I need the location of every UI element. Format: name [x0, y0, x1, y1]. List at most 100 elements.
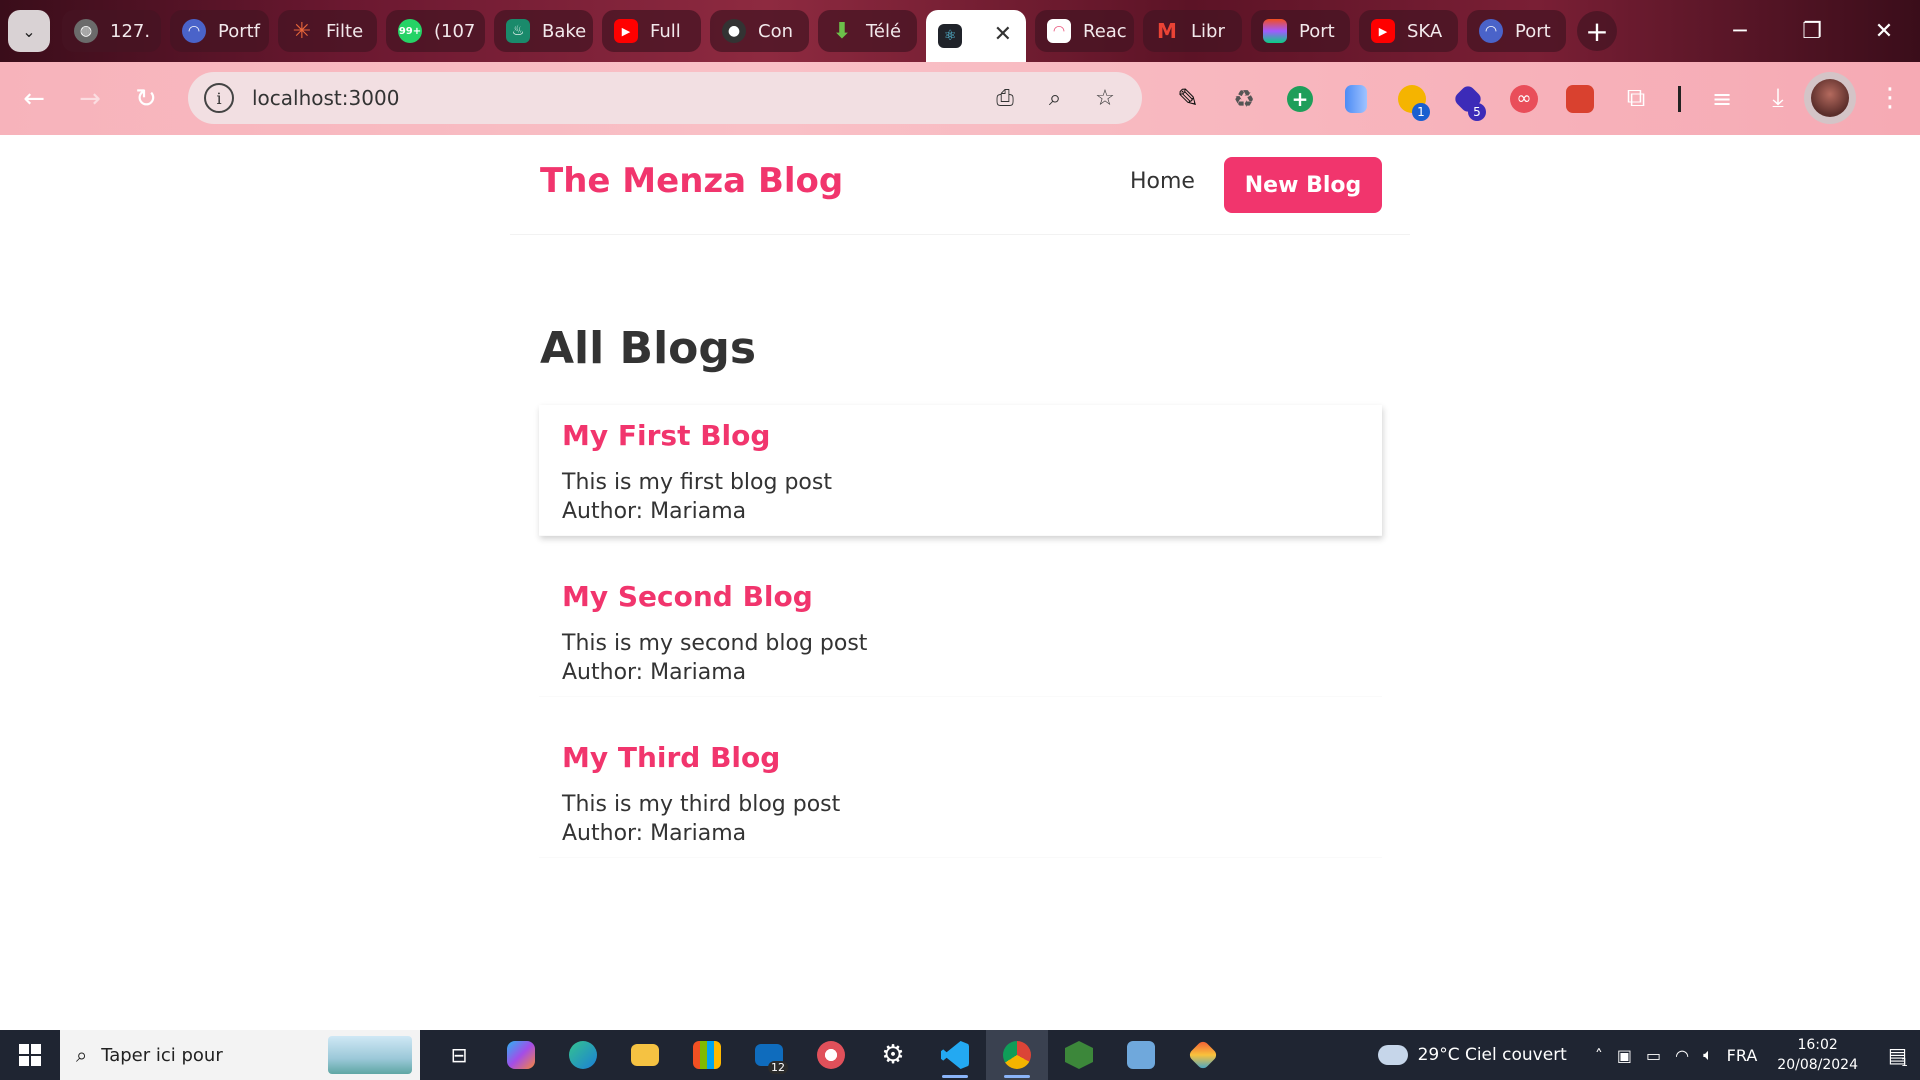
snipping-tool-app[interactable]	[800, 1030, 862, 1080]
blog-title[interactable]: My Second Blog	[562, 580, 1359, 613]
windows-logo-icon	[19, 1044, 41, 1066]
notepad-app[interactable]	[1110, 1030, 1172, 1080]
infinity-extension[interactable]: ∞	[1496, 62, 1552, 135]
chevron-up-icon[interactable]: ˄	[1595, 1046, 1603, 1065]
react-icon: ⚛	[938, 24, 962, 48]
browser-menu-button[interactable]: ⋮	[1870, 72, 1910, 124]
browser-tab[interactable]: ▶ SKA	[1359, 10, 1458, 52]
git-icon	[1187, 1039, 1219, 1071]
browser-tab[interactable]: ● Con	[710, 10, 809, 52]
address-bar[interactable]: i localhost:3000 ⎙ ⌕ ☆	[188, 72, 1142, 124]
browser-tab-active[interactable]: ⚛ ✕	[926, 10, 1026, 62]
back-button[interactable]: ←	[6, 71, 62, 127]
browser-tab[interactable]: ⬇ Télé	[818, 10, 917, 52]
blog-preview[interactable]: My Second Blog This is my second blog po…	[539, 566, 1382, 697]
url-text[interactable]: localhost:3000	[252, 86, 399, 110]
language-indicator[interactable]: FRA	[1727, 1046, 1758, 1065]
blog-preview[interactable]: My Third Blog This is my third blog post…	[539, 727, 1382, 858]
start-button[interactable]	[0, 1030, 60, 1080]
close-icon[interactable]: ✕	[994, 22, 1012, 47]
clock[interactable]: 16:02 20/08/2024	[1777, 1035, 1858, 1075]
portfolio-icon: ◠	[1479, 19, 1503, 43]
search-icon: ⌕	[76, 1043, 88, 1067]
browser-tab[interactable]: ◠ Portf	[170, 10, 269, 52]
notification-center-button[interactable]: ▤ 1	[1876, 1030, 1920, 1080]
browser-tab[interactable]: ▶ Full	[602, 10, 701, 52]
scissors-icon	[817, 1041, 845, 1069]
portfolio-icon: ◠	[182, 19, 206, 43]
browser-tab[interactable]: Port	[1251, 10, 1350, 52]
tab-label: Con	[758, 20, 793, 42]
meet-icon[interactable]: ▣	[1617, 1046, 1632, 1065]
cube-extension[interactable]: 5	[1440, 62, 1496, 135]
browser-tab[interactable]: ◠ Reac	[1035, 10, 1134, 52]
weather-widget[interactable]: 29°C Ciel couvert	[1377, 1045, 1567, 1065]
file-explorer-app[interactable]	[614, 1030, 676, 1080]
browser-tab[interactable]: ✳ Filte	[278, 10, 377, 52]
browser-tab[interactable]: ◠ Port	[1467, 10, 1566, 52]
downloads-button[interactable]: ⤓	[1750, 62, 1806, 135]
tabs-extension[interactable]	[1328, 62, 1384, 135]
blog-preview[interactable]: My First Blog This is my first blog post…	[539, 405, 1382, 536]
plus-circle-icon: +	[1287, 85, 1313, 112]
puzzle-red-extension[interactable]	[1552, 62, 1608, 135]
forward-button[interactable]: →	[62, 71, 118, 127]
browser-tab[interactable]: ◍ 127.	[62, 10, 161, 52]
new-tab-button[interactable]: +	[1577, 11, 1617, 51]
window-close-button[interactable]: ✕	[1848, 0, 1920, 62]
copilot-app[interactable]	[490, 1030, 552, 1080]
tab-label: (107	[434, 20, 476, 42]
site-info-icon[interactable]: i	[204, 83, 234, 113]
git-app[interactable]	[1172, 1030, 1234, 1080]
new-blog-button[interactable]: New Blog	[1224, 157, 1382, 213]
edge-app[interactable]	[552, 1030, 614, 1080]
store-app[interactable]	[676, 1030, 738, 1080]
browser-tab[interactable]: M Libr	[1143, 10, 1242, 52]
blog-title[interactable]: My First Blog	[562, 419, 1359, 452]
github-icon: ●	[722, 19, 746, 43]
recycle-icon: ♻	[1233, 84, 1255, 113]
volume-icon[interactable]: 🔈︎	[1703, 1045, 1713, 1065]
wifi-icon[interactable]: ◠	[1675, 1046, 1689, 1065]
browser-tab-strip: ⌄ ◍ 127. ◠ Portf ✳ Filte 99+ (107 ♨ Bake ▶ Ful…	[0, 0, 1920, 62]
eyedropper-icon: ✎	[1177, 83, 1199, 114]
tab-search-button[interactable]: ⌄	[8, 10, 50, 52]
extensions-menu-button[interactable]: ⧉	[1608, 62, 1664, 135]
reload-button[interactable]: ↻	[118, 71, 174, 127]
task-view-button[interactable]: ⊟	[428, 1030, 490, 1080]
puzzle-icon: ⧉	[1626, 83, 1646, 113]
nodejs-app[interactable]	[1048, 1030, 1110, 1080]
plus-icon: +	[1585, 14, 1609, 48]
minimize-button[interactable]: ─	[1704, 0, 1776, 62]
color-picker-extension[interactable]: ✎	[1160, 62, 1216, 135]
clock-time: 16:02	[1797, 1037, 1838, 1053]
tab-label: Port	[1299, 20, 1335, 42]
web-page: The Menza Blog Home New Blog All Blogs M…	[0, 135, 1920, 1030]
tab-label: Filte	[326, 20, 364, 42]
browser-tab[interactable]: 99+ (107	[386, 10, 485, 52]
vscode-app[interactable]	[924, 1030, 986, 1080]
install-app-icon[interactable]: ⎙	[980, 86, 1030, 111]
chrome-icon	[1003, 1041, 1031, 1069]
media-control-button[interactable]: ≡	[1694, 62, 1750, 135]
clock-date: 20/08/2024	[1777, 1057, 1858, 1073]
recycle-extension[interactable]: ♻	[1216, 62, 1272, 135]
browser-tab[interactable]: ♨ Bake	[494, 10, 593, 52]
tab-label: Bake	[542, 20, 587, 42]
battery-icon[interactable]: ▭	[1646, 1046, 1661, 1065]
bookmark-star-icon[interactable]: ☆	[1080, 86, 1130, 111]
add-extension[interactable]: +	[1272, 62, 1328, 135]
blog-title[interactable]: My Third Blog	[562, 741, 1359, 774]
settings-app[interactable]: ⚙	[862, 1030, 924, 1080]
orange-extension[interactable]: 1	[1384, 62, 1440, 135]
profile-avatar[interactable]	[1804, 72, 1856, 124]
mail-app[interactable]: 12	[738, 1030, 800, 1080]
toolbar-divider	[1664, 62, 1694, 135]
nav-home-link[interactable]: Home	[1130, 169, 1195, 194]
chrome-app[interactable]	[986, 1030, 1048, 1080]
zoom-icon[interactable]: ⌕	[1030, 86, 1080, 111]
youtube-icon: ▶	[1371, 19, 1395, 43]
tab-label: Libr	[1191, 20, 1225, 42]
taskbar-search-box[interactable]: ⌕ Taper ici pour	[60, 1030, 420, 1080]
restore-button[interactable]: ❐	[1776, 0, 1848, 62]
